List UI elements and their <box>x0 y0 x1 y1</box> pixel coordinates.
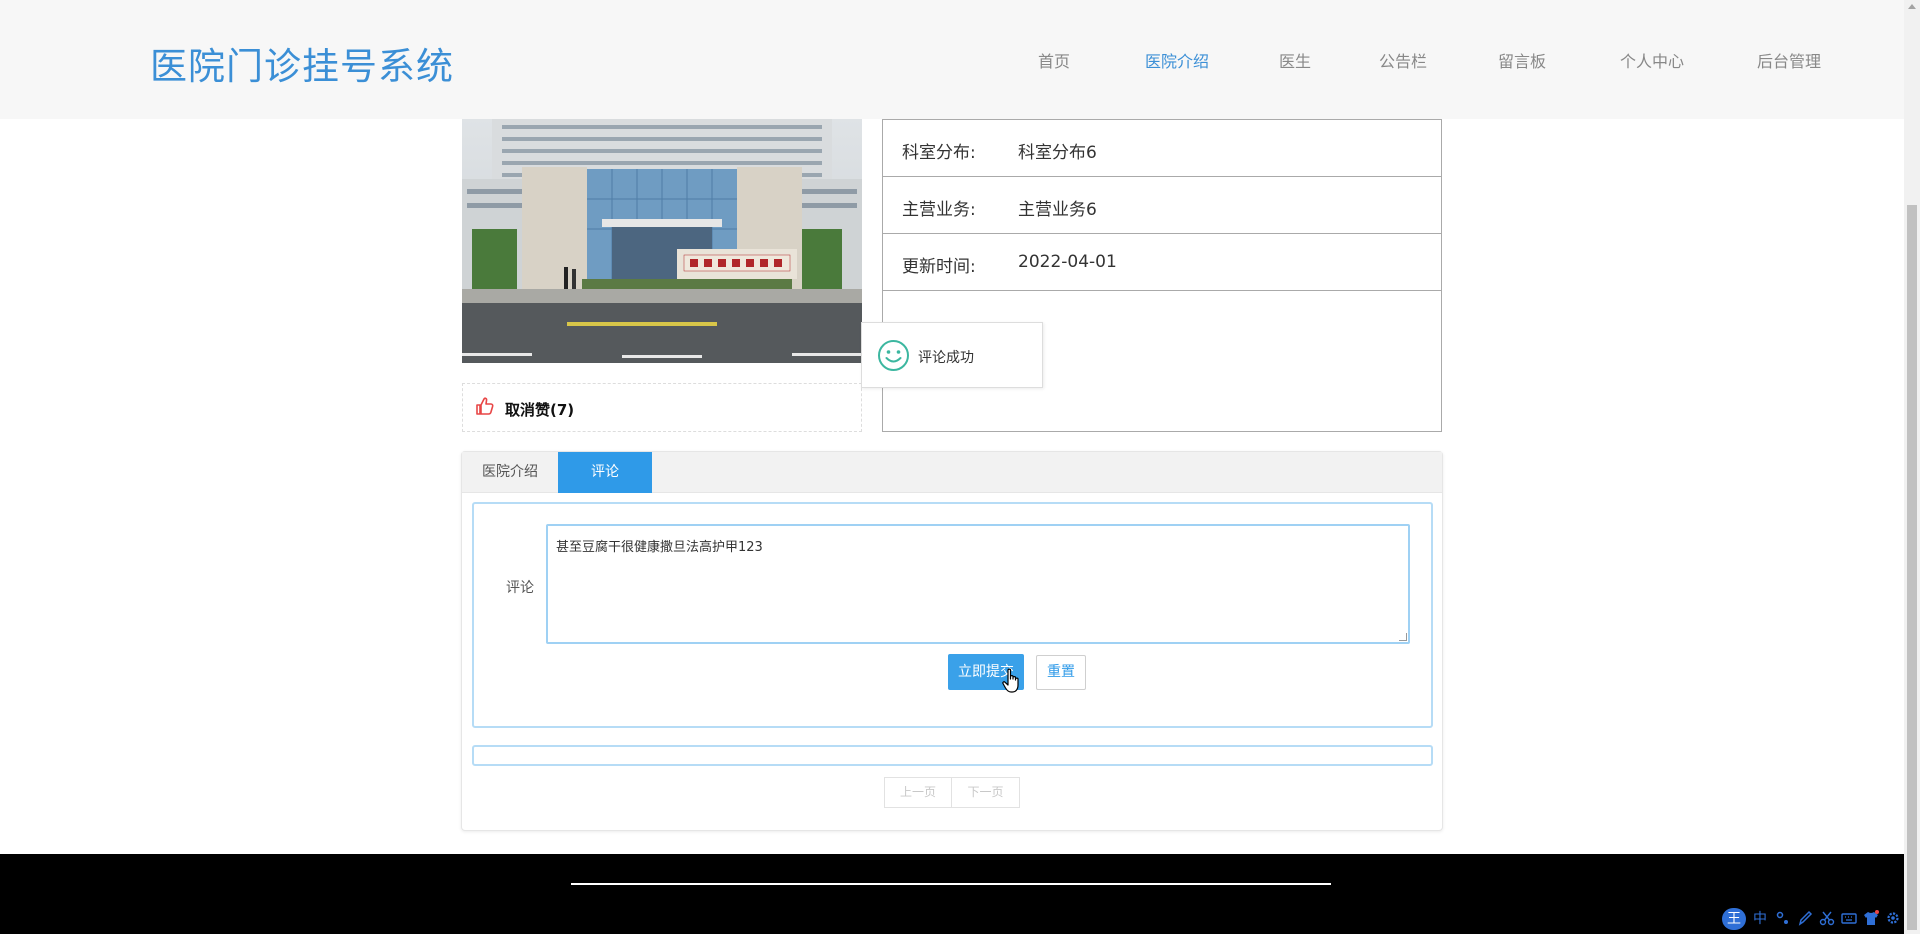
footer-divider <box>571 883 1331 885</box>
smile-icon <box>877 339 910 372</box>
reset-button[interactable]: 重置 <box>1036 655 1086 690</box>
ime-shirt-icon[interactable] <box>1862 909 1880 929</box>
toast-message: 评论成功 <box>918 350 974 366</box>
info-key: 主营业务: <box>902 200 976 220</box>
ime-punctuation-icon[interactable] <box>1774 909 1792 929</box>
nav-admin[interactable]: 后台管理 <box>1757 48 1821 72</box>
comment-label: 评论 <box>506 580 534 596</box>
comment-textarea[interactable]: 甚至豆腐干很健康撒旦法高护甲123 <box>546 524 1410 644</box>
tab-panel: 医院介绍 评论 评论 甚至豆腐干很健康撒旦法高护甲123 立即提交 重置 上一页… <box>461 451 1443 831</box>
site-footer <box>0 854 1904 934</box>
nav-user-center[interactable]: 个人中心 <box>1620 48 1684 72</box>
nav-hospital-intro[interactable]: 医院介绍 <box>1145 48 1209 72</box>
scrollbar-thumb[interactable] <box>1907 205 1917 930</box>
ime-mode-button[interactable]: 中 <box>1751 909 1769 929</box>
hospital-image <box>462 119 862 363</box>
comment-list <box>472 745 1433 766</box>
hand-cursor-icon <box>1002 668 1022 694</box>
like-box[interactable]: 取消赞(7) <box>462 383 862 432</box>
ime-logo-icon[interactable]: 王 <box>1722 908 1746 930</box>
ime-keyboard-icon[interactable] <box>1840 909 1858 929</box>
unlike-label[interactable]: 取消赞(7) <box>505 399 574 420</box>
info-row: 更新时间: 2022-04-01 <box>883 234 1441 291</box>
page-scrollbar[interactable] <box>1904 0 1920 934</box>
nav-home[interactable]: 首页 <box>1038 48 1070 72</box>
next-page-button[interactable]: 下一页 <box>952 778 1019 807</box>
tab-comments[interactable]: 评论 <box>558 452 652 493</box>
info-value: 科室分布6 <box>1018 143 1097 163</box>
prev-page-button[interactable]: 上一页 <box>885 778 952 807</box>
thumbs-up-icon[interactable] <box>475 396 495 416</box>
nav-message-board[interactable]: 留言板 <box>1498 48 1546 72</box>
site-header: 医院门诊挂号系统 首页 医院介绍 医生 公告栏 留言板 个人中心 后台管理 <box>0 0 1904 119</box>
info-row: 科室分布: 科室分布6 <box>883 120 1441 177</box>
nav-notice-board[interactable]: 公告栏 <box>1379 48 1427 72</box>
ime-pen-icon[interactable] <box>1796 909 1814 929</box>
info-key: 更新时间: <box>902 257 976 277</box>
ime-settings-icon[interactable] <box>1884 909 1902 929</box>
info-value: 2022-04-01 <box>1018 252 1117 272</box>
resize-handle-icon[interactable] <box>1399 633 1407 641</box>
main-nav: 首页 医院介绍 医生 公告栏 留言板 个人中心 后台管理 <box>0 48 1904 72</box>
tab-bar: 医院介绍 评论 <box>462 452 1442 493</box>
info-value: 主营业务6 <box>1018 200 1097 220</box>
nav-doctors[interactable]: 医生 <box>1279 48 1311 72</box>
tab-hospital-intro[interactable]: 医院介绍 <box>462 452 558 493</box>
comment-form: 评论 甚至豆腐干很健康撒旦法高护甲123 立即提交 重置 <box>472 502 1433 728</box>
info-key: 科室分布: <box>902 143 976 163</box>
pagination: 上一页 下一页 <box>884 777 1020 808</box>
info-row: 主营业务: 主营业务6 <box>883 177 1441 234</box>
success-toast: 评论成功 <box>861 322 1043 388</box>
scroll-up-arrow-icon[interactable] <box>1908 4 1916 9</box>
ime-toolbar[interactable]: 王 中 <box>1722 907 1904 931</box>
comment-text: 甚至豆腐干很健康撒旦法高护甲123 <box>556 540 763 555</box>
ime-scissors-icon[interactable] <box>1818 909 1836 929</box>
